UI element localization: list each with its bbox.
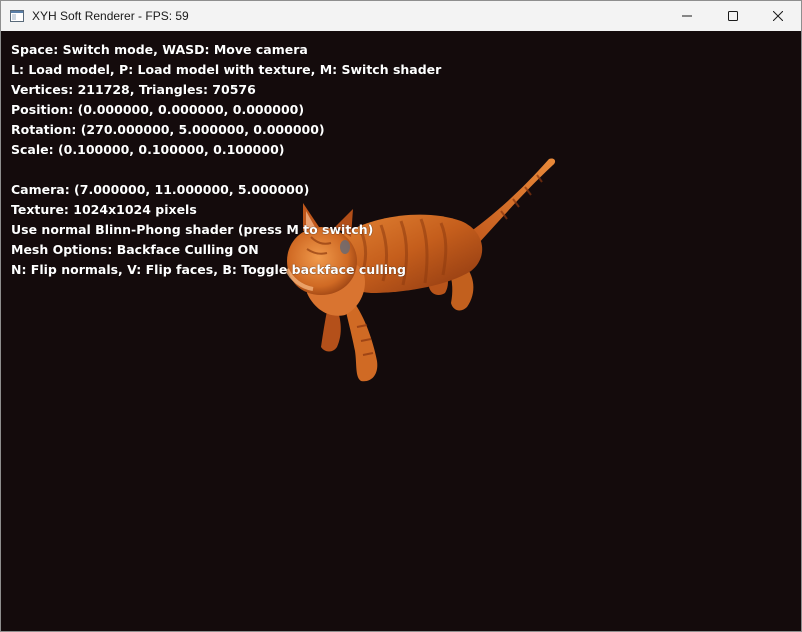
hud-line-shader: Use normal Blinn-Phong shader (press M t… bbox=[11, 222, 374, 237]
hud-line-mesh-keys: N: Flip normals, V: Flip faces, B: Toggl… bbox=[11, 262, 406, 277]
hud-spacer bbox=[11, 160, 441, 180]
hud-line-load-options: L: Load model, P: Load model with textur… bbox=[11, 62, 442, 77]
hud-line-scale: Scale: (0.100000, 0.100000, 0.100000) bbox=[11, 142, 285, 157]
hud-line-position: Position: (0.000000, 0.000000, 0.000000) bbox=[11, 102, 305, 117]
hud-line-camera: Camera: (7.000000, 11.000000, 5.000000) bbox=[11, 182, 310, 197]
maximize-button[interactable] bbox=[710, 1, 756, 31]
app-window: XYH Soft Renderer - FPS: 59 Space: Switc… bbox=[0, 0, 802, 632]
hud-line-controls: Space: Switch mode, WASD: Move camera bbox=[11, 42, 308, 57]
close-button[interactable] bbox=[755, 1, 801, 31]
close-icon bbox=[773, 11, 783, 21]
maximize-icon bbox=[728, 11, 738, 21]
hud-line-rotation: Rotation: (270.000000, 5.000000, 0.00000… bbox=[11, 122, 325, 137]
minimize-button[interactable] bbox=[664, 1, 710, 31]
render-viewport[interactable]: Space: Switch mode, WASD: Move camera L:… bbox=[1, 31, 801, 631]
hud-line-texture: Texture: 1024x1024 pixels bbox=[11, 202, 197, 217]
hud-overlay: Space: Switch mode, WASD: Move camera L:… bbox=[11, 40, 441, 280]
title-bar[interactable]: XYH Soft Renderer - FPS: 59 bbox=[1, 1, 801, 31]
window-title: XYH Soft Renderer - FPS: 59 bbox=[32, 9, 189, 23]
hud-line-mesh-stats: Vertices: 211728, Triangles: 70576 bbox=[11, 82, 256, 97]
hud-line-mesh-options: Mesh Options: Backface Culling ON bbox=[11, 242, 259, 257]
minimize-icon bbox=[682, 11, 692, 21]
app-window-icon bbox=[10, 9, 24, 23]
